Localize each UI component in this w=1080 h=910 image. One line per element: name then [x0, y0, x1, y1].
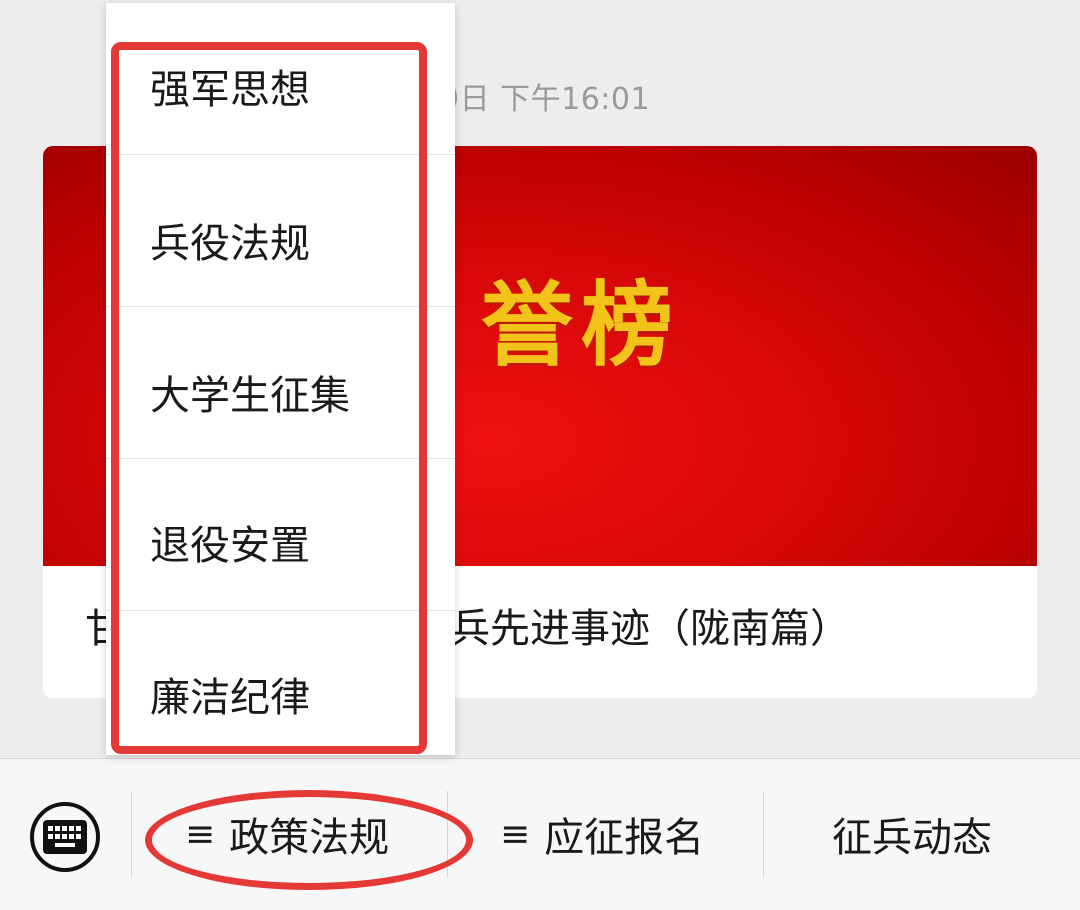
submenu-item-integrity-discipline[interactable]: 廉洁纪律 [106, 611, 455, 755]
menu-label: 应征报名 [544, 815, 705, 861]
menu-enlistment-registration[interactable]: ≡ 应征报名 [500, 804, 704, 864]
menu-label: 征兵动态 [832, 815, 992, 861]
submenu-item-label: 强军思想 [150, 67, 310, 113]
message-timestamp: 9日 下午16:01 [440, 82, 651, 117]
submenu-item-label: 退役安置 [150, 523, 310, 569]
submenu-popup: 强军思想 兵役法规 大学生征集 退役安置 廉洁纪律 [106, 3, 455, 755]
submenu-item-label: 大学生征集 [150, 373, 350, 419]
menu-list-icon: ≡ [500, 813, 531, 855]
submenu-item-college-student-recruitment[interactable]: 大学生征集 [106, 307, 455, 459]
menu-divider [763, 791, 764, 877]
menu-enlistment-news[interactable]: 征兵动态 [832, 804, 992, 864]
submenu-item-label: 兵役法规 [150, 221, 310, 267]
submenu-item-strong-army-thought[interactable]: 强军思想 [106, 3, 455, 155]
submenu-item-veteran-placement[interactable]: 退役安置 [106, 459, 455, 611]
keyboard-toggle-button[interactable] [30, 802, 100, 872]
menu-divider [131, 791, 132, 877]
menu-policy-regulations[interactable]: ≡ 政策法规 [185, 804, 389, 864]
menu-divider [447, 791, 448, 877]
article-title-right: 兵先进事迹（陇南篇） [450, 606, 850, 652]
menu-label: 政策法规 [229, 815, 390, 861]
menu-list-icon: ≡ [185, 813, 216, 855]
submenu-item-label: 廉洁纪律 [150, 675, 310, 721]
banner-title-text: 誉榜 [481, 271, 682, 379]
official-account-menu-bar: ≡ 政策法规 ≡ 应征报名 征兵动态 [0, 758, 1080, 910]
submenu-item-military-service-law[interactable]: 兵役法规 [106, 155, 455, 307]
